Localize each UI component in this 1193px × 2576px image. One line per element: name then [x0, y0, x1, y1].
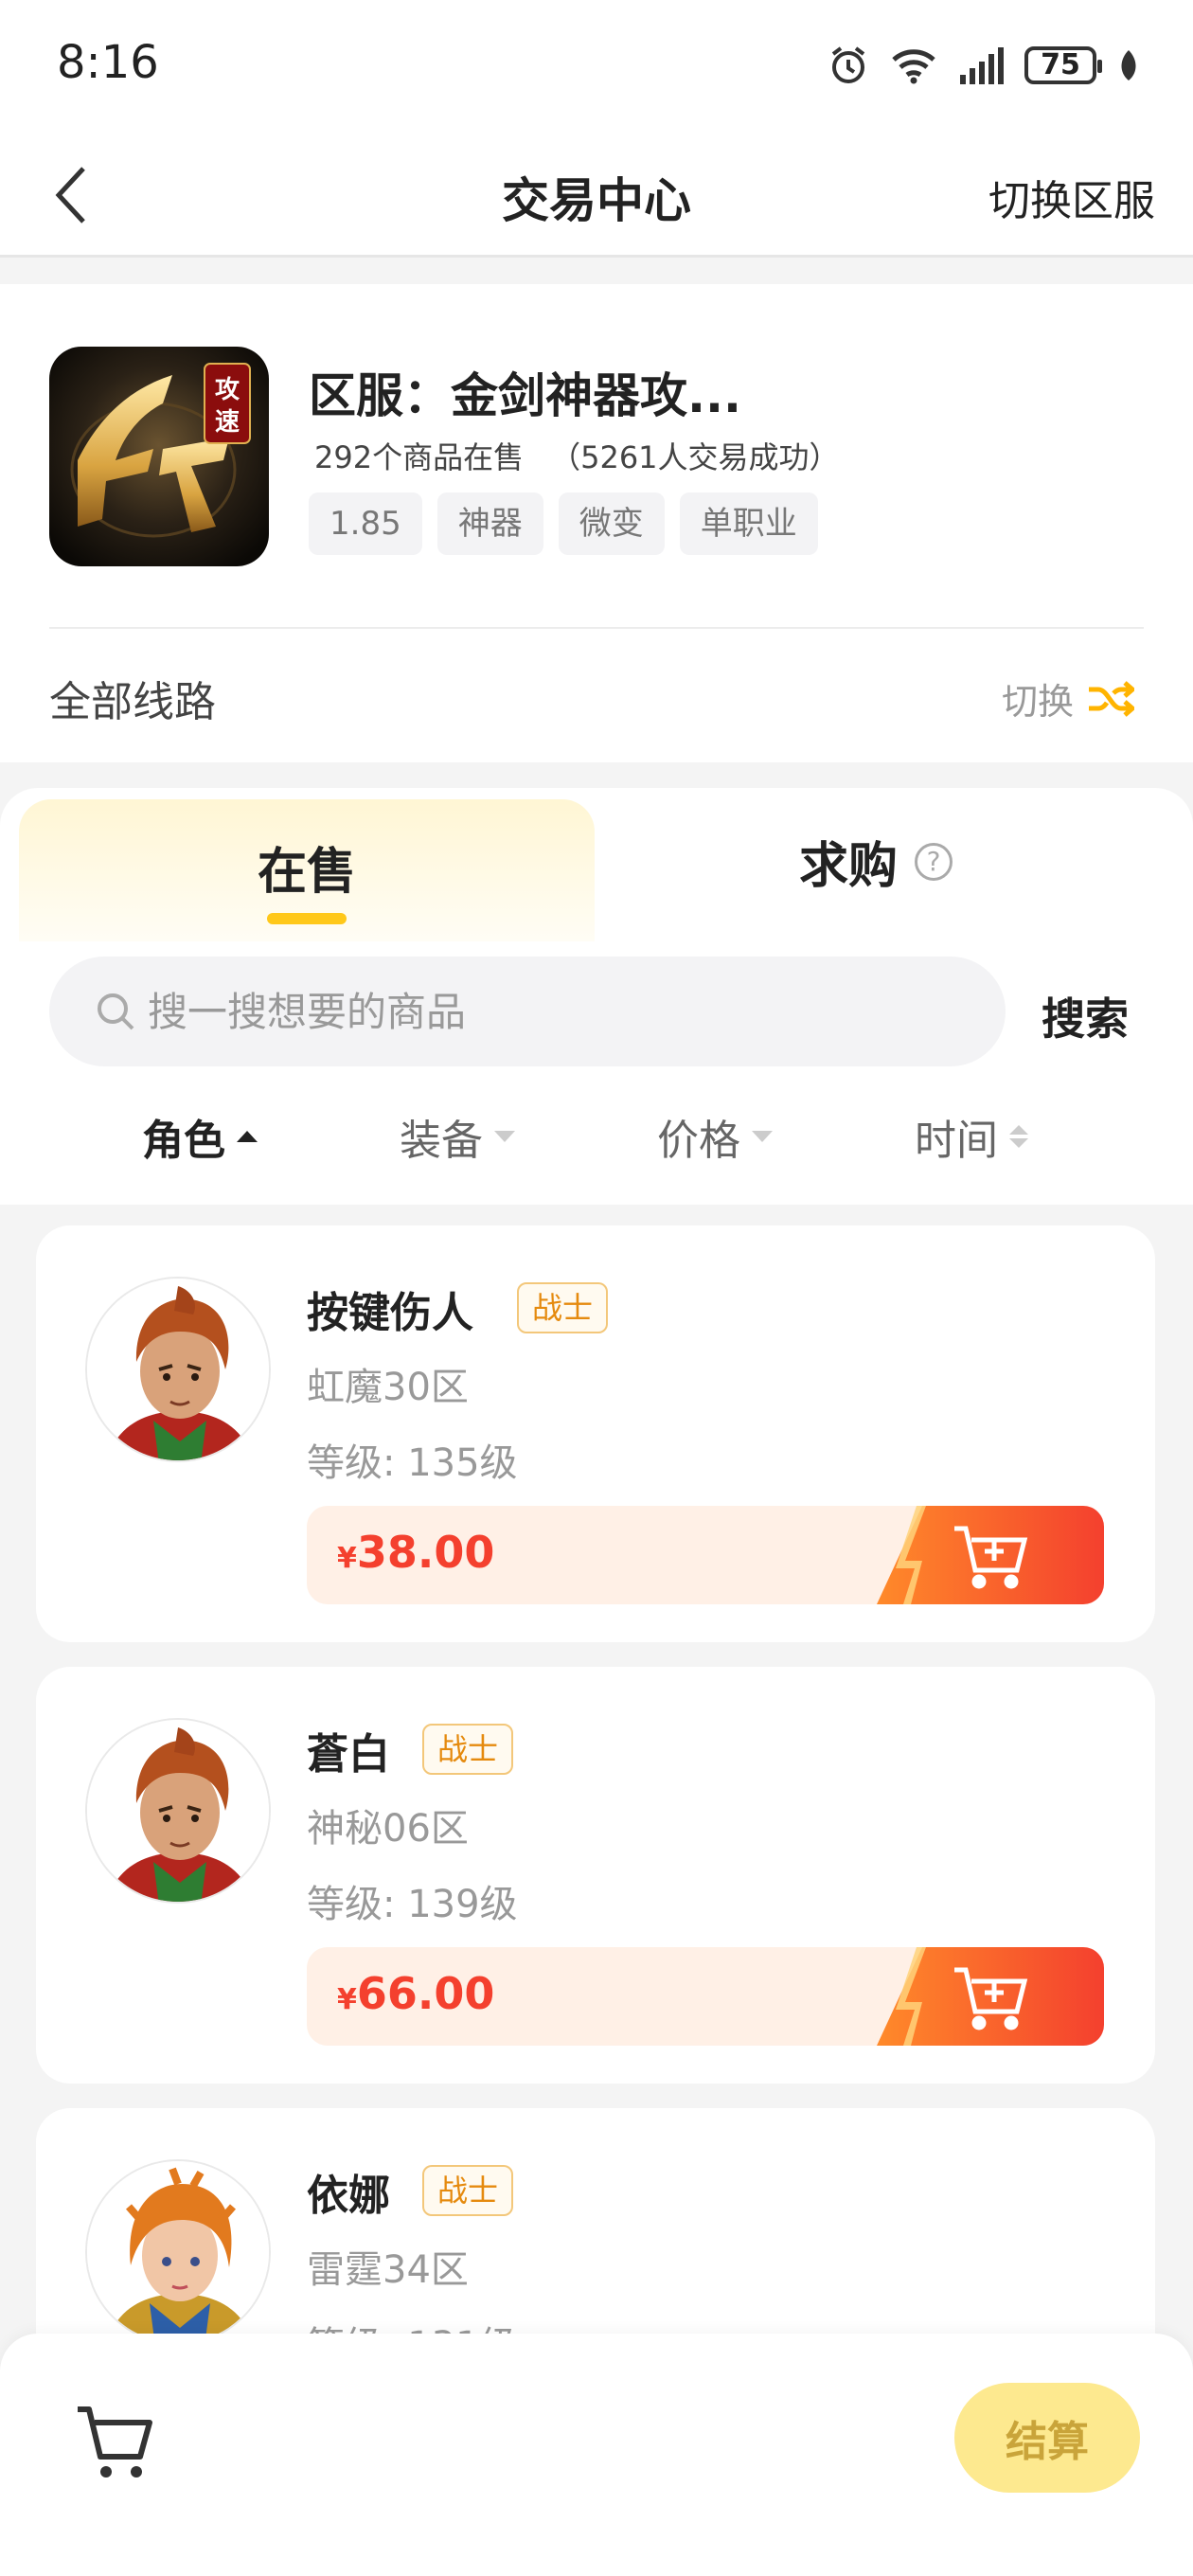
route-label: 全部线路 [49, 678, 216, 726]
sort-equipment[interactable]: 装备 [400, 1106, 515, 1167]
battery-icon: 75 [1024, 46, 1102, 84]
tab-want-to-buy-label: 求购 [799, 838, 899, 895]
product-server: 雷霆34区 [307, 2248, 469, 2292]
price-amount: 38.00 [356, 1527, 495, 1578]
product-level: 等级: 131级 [307, 2315, 518, 2334]
add-to-cart-button[interactable] [877, 1947, 1104, 2046]
product-server: 神秘06区 [307, 1807, 469, 1851]
sort-up-icon [237, 1131, 258, 1142]
signal-icon [958, 46, 1004, 84]
add-to-cart-button[interactable] [877, 1506, 1104, 1604]
product-card[interactable]: 依娜 战士 雷霆34区 等级: 131级 [36, 2108, 1155, 2334]
server-name: 区服：金剑神器攻... [309, 368, 741, 423]
status-icons: 75 [828, 42, 1140, 89]
sort-role[interactable]: 角色 [142, 1106, 258, 1167]
sort-equipment-label: 装备 [400, 1117, 483, 1165]
product-level: 等级: 135级 [307, 1441, 518, 1485]
class-badge: 战士 [517, 1282, 609, 1333]
server-tag: 1.85 [309, 492, 422, 555]
sort-time[interactable]: 时间 [915, 1106, 1028, 1167]
sort-role-label: 角色 [142, 1117, 225, 1165]
search-button[interactable]: 搜索 [1042, 985, 1129, 1047]
avatar [85, 1277, 271, 1462]
price: ¥66.00 [337, 1968, 494, 2019]
product-server: 虹魔30区 [307, 1366, 469, 1409]
price-amount: 66.00 [356, 1968, 495, 2019]
price: ¥38.00 [337, 1527, 494, 1578]
sort-down-icon [494, 1131, 515, 1142]
currency-symbol: ¥ [337, 1542, 357, 1575]
product-card[interactable]: 蒼白 战士 神秘06区 等级: 139级 ¥66.00 [36, 1667, 1155, 2084]
active-tab-indicator [267, 913, 347, 924]
search-icon [98, 993, 134, 1030]
logo-badge-text: 攻 [215, 376, 240, 404]
product-level: 等级: 139级 [307, 1883, 518, 1926]
product-card[interactable]: 按键伤人 战士 虹魔30区 等级: 135级 ¥38.00 [36, 1225, 1155, 1642]
svg-text:速: 速 [215, 408, 240, 437]
search-input[interactable] [148, 957, 981, 1066]
class-badge: 战士 [422, 2165, 514, 2216]
currency-symbol: ¥ [337, 1983, 357, 2016]
tab-want-to-buy[interactable]: 求购 ? [799, 826, 953, 897]
server-tags: 1.85 神器 微变 单职业 [309, 492, 818, 555]
help-icon[interactable]: ? [915, 842, 953, 881]
sort-down-icon [752, 1131, 773, 1142]
sort-time-label: 时间 [915, 1117, 998, 1165]
route-switch-button[interactable]: 切换 [1002, 672, 1134, 724]
success-count: （5261人交易成功） [550, 439, 840, 475]
product-list: 按键伤人 战士 虹魔30区 等级: 135级 ¥38.00 蒼白 战士 神秘06… [36, 1225, 1155, 2334]
status-time: 8:16 [57, 36, 159, 89]
bottom-bar: 结算 [0, 2334, 1193, 2576]
status-bar: 8:16 75 [0, 0, 1193, 133]
alarm-icon [828, 45, 869, 86]
avatar [85, 1718, 271, 1904]
price-bar: ¥38.00 [307, 1506, 1104, 1604]
cart-button[interactable] [74, 2404, 155, 2481]
server-tag: 神器 [436, 492, 543, 555]
game-logo: 攻 速 [49, 347, 269, 566]
tab-on-sale-label: 在售 [257, 844, 356, 901]
shuffle-icon [1089, 680, 1134, 717]
sort-price-label: 价格 [657, 1117, 740, 1165]
items-on-sale: 292个商品在售 [314, 439, 525, 475]
checkout-button[interactable]: 结算 [954, 2383, 1140, 2493]
product-name: 依娜 [307, 2172, 390, 2220]
switch-server-button[interactable]: 切换区服 [988, 167, 1155, 227]
class-badge: 战士 [422, 1724, 514, 1775]
main-panel: 在售 求购 ? 搜索 角色 装备 价格 时间 [0, 788, 1193, 1205]
server-info-card: 攻 速 区服：金剑神器攻... 292个商品在售 （5261人交易成功） 1.85… [0, 284, 1193, 762]
wifi-icon [890, 45, 937, 86]
tab-on-sale[interactable]: 在售 [19, 799, 595, 941]
server-tag: 单职业 [679, 492, 818, 555]
route-switch-label: 切换 [1001, 681, 1074, 723]
product-name: 按键伤人 [307, 1289, 473, 1337]
price-bar: ¥66.00 [307, 1947, 1104, 2046]
nav-bar: 交易中心 切换区服 [0, 133, 1193, 258]
server-tag: 微变 [558, 492, 665, 555]
search-box [49, 957, 1006, 1066]
sort-price[interactable]: 价格 [657, 1106, 773, 1167]
avatar [85, 2159, 271, 2334]
sort-updown-icon [1009, 1125, 1028, 1148]
cart-icon [78, 2406, 152, 2478]
leaf-icon [1117, 48, 1140, 82]
product-name: 蒼白 [307, 1730, 390, 1779]
server-stats: 292个商品在售 （5261人交易成功） [314, 434, 840, 477]
divider [49, 627, 1144, 629]
